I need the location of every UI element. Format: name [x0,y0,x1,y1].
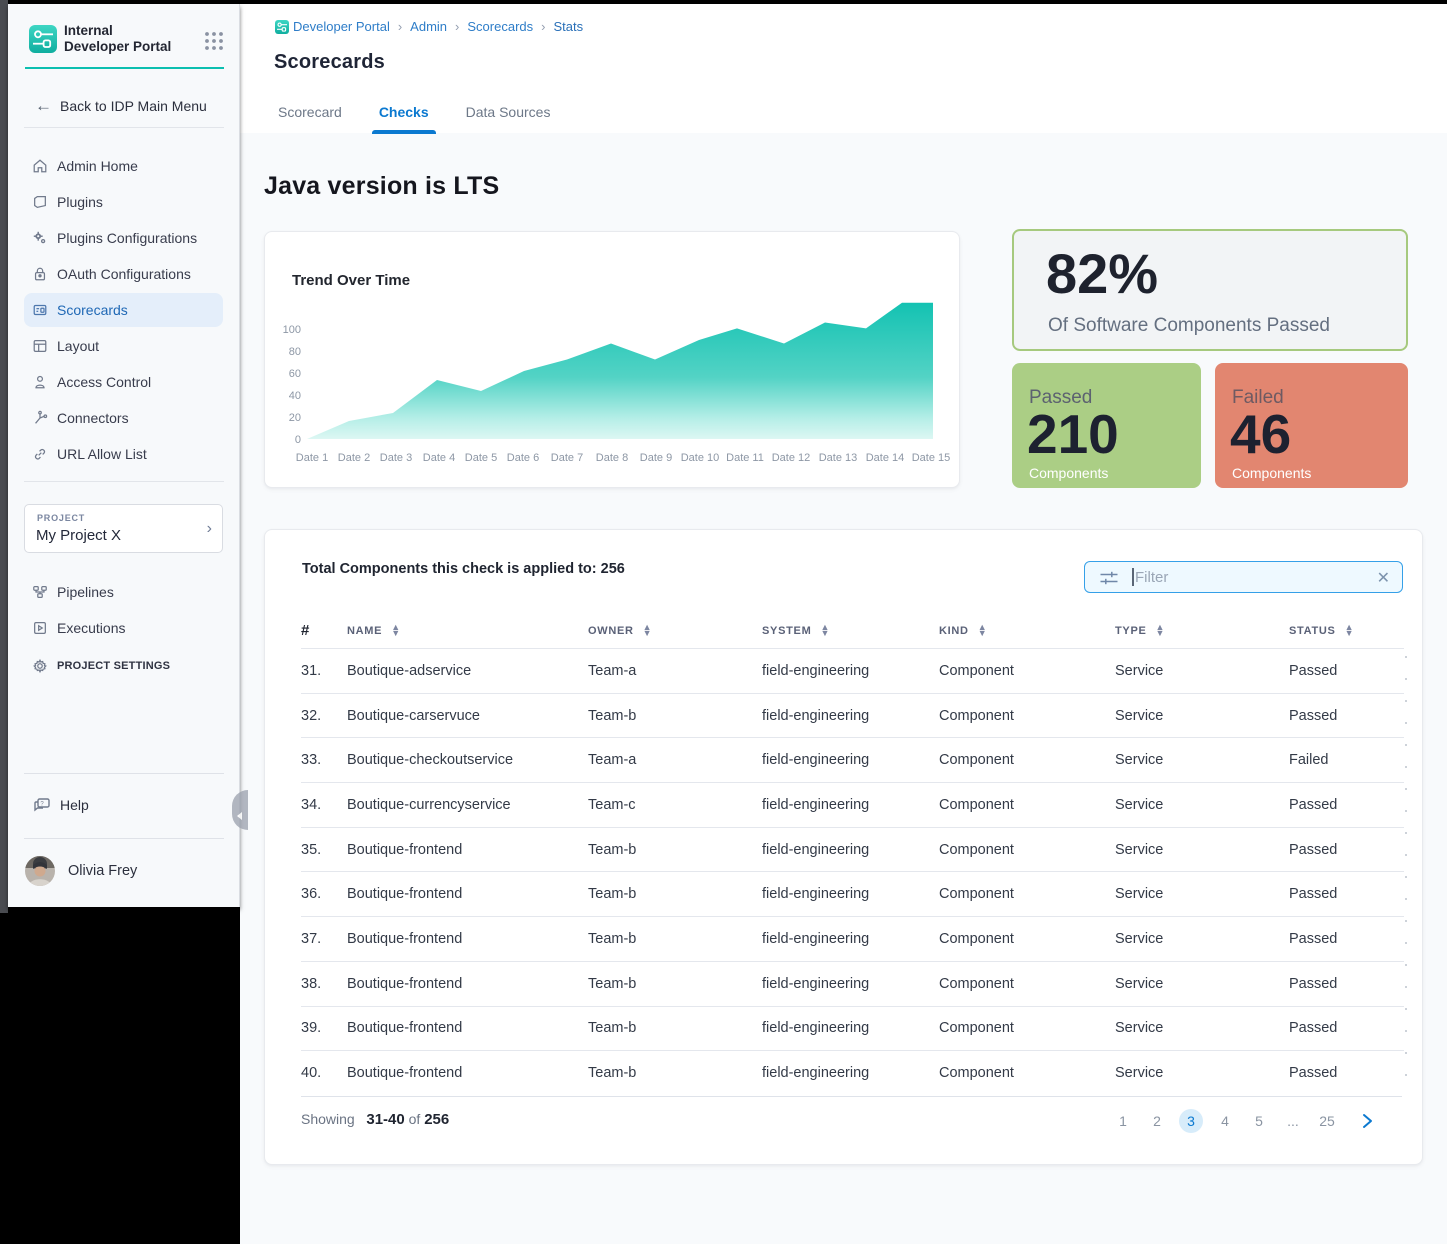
svg-text:Date 1: Date 1 [296,452,328,464]
svg-text:Date 13: Date 13 [819,452,858,464]
svg-text:Date 12: Date 12 [772,452,811,464]
svg-text:100: 100 [283,324,301,336]
svg-text:Date 9: Date 9 [640,452,672,464]
svg-text:20: 20 [289,412,301,424]
svg-text:Date 7: Date 7 [551,452,583,464]
svg-text:Date 6: Date 6 [507,452,539,464]
svg-text:Date 15: Date 15 [912,452,951,464]
svg-text:Date 2: Date 2 [338,452,370,464]
svg-text:60: 60 [289,368,301,380]
svg-text:0: 0 [295,434,301,446]
svg-text:Date 8: Date 8 [596,452,628,464]
svg-text:Date 3: Date 3 [380,452,412,464]
svg-text:Date 14: Date 14 [866,452,905,464]
svg-text:40: 40 [289,390,301,402]
svg-text:Date 5: Date 5 [465,452,497,464]
svg-text:80: 80 [289,346,301,358]
svg-text:Date 11: Date 11 [726,452,764,464]
svg-text:Date 10: Date 10 [681,452,720,464]
svg-text:Date 4: Date 4 [423,452,455,464]
